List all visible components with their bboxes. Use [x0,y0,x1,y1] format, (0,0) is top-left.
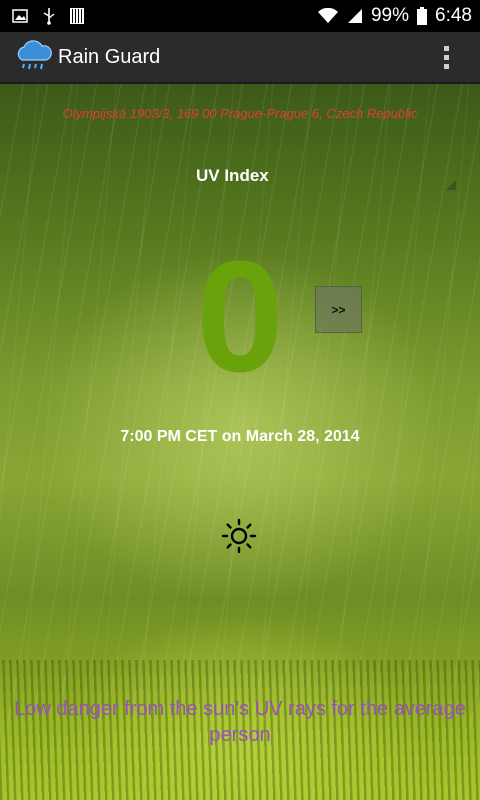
status-bar: 99% 6:48 [0,0,480,32]
overflow-menu-icon[interactable] [426,32,466,82]
barcode-icon [70,8,84,24]
observation-time: 7:00 PM CET on March 28, 2014 [120,428,360,445]
clock: 6:48 [435,5,472,26]
battery-percent: 99% [370,5,410,26]
signal-icon [347,8,363,24]
rain-cloud-icon[interactable] [14,38,52,76]
main-content: Olympijská 1903/3, 169 00 Prague-Prague … [0,84,480,800]
location-address: Olympijská 1903/3, 169 00 Prague-Prague … [62,106,418,121]
uv-index-value: 0 [196,229,284,405]
index-selector-label: UV Index [196,166,269,185]
action-bar: Rain Guard [0,32,480,84]
sun-icon [221,518,257,554]
app-title: Rain Guard [58,45,161,68]
dropdown-arrow-icon [446,180,456,190]
wifi-icon [317,8,339,24]
battery-icon [417,7,428,25]
next-button[interactable]: >> [315,286,362,333]
index-selector[interactable]: UV Index [178,162,458,192]
uv-danger-description: Low danger from the sun's UV rays for th… [14,698,466,746]
image-icon [12,9,28,23]
usb-icon [42,7,56,25]
